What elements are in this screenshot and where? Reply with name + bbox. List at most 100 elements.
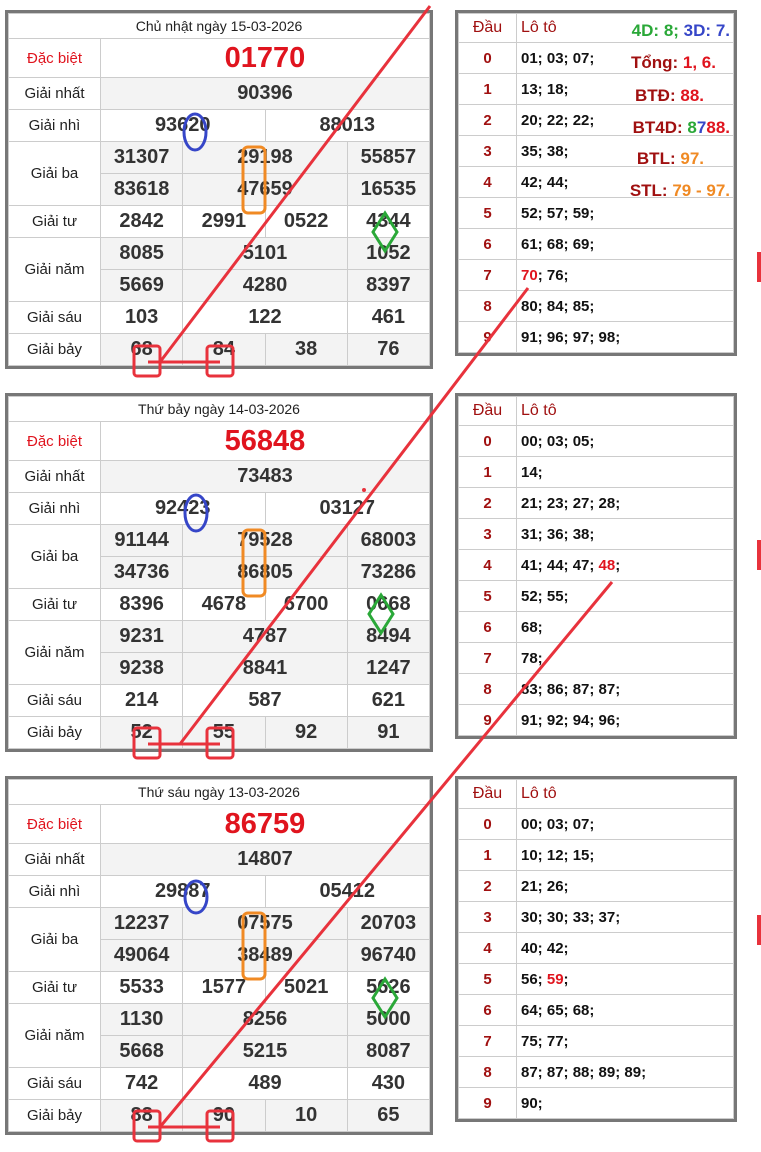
second-prize-2: 05412 (264, 875, 430, 908)
loto-values: 56; 59; (516, 963, 734, 995)
loto-values-text: 30; 30; 33; 37; (521, 908, 621, 926)
loto-values: 21; 23; 27; 28; (516, 487, 734, 519)
stat-stl-label: STL: (629, 181, 668, 200)
loto-values: 90; (516, 1087, 734, 1119)
sixth-prize: 461 (346, 301, 431, 334)
third-prize: 55857 (346, 141, 431, 174)
loto-row: 0 00; 03; 07; (458, 808, 734, 840)
loto-grid: Đầu Lô tô 0 00; 03; 05; 1 14; 2 21; 23; 27; 28;… (458, 396, 734, 736)
stat-bt4d-digit: 8 (687, 118, 697, 137)
seventh-prize: 76 (346, 333, 431, 366)
loto-highlight: 48 (598, 556, 616, 574)
loto-values: 52; 55; (516, 580, 734, 612)
fifth-prize: 1130 (99, 1003, 184, 1036)
loto-values-text: 31; 36; 38; (521, 525, 595, 543)
fifth-prize: 5215 (182, 1035, 348, 1068)
label-dac-biet: Đặc biệt (8, 421, 101, 461)
third-prize: 34736 (99, 556, 184, 589)
label-nhi: Giải nhì (8, 492, 101, 525)
label-sau: Giải sáu (8, 1067, 101, 1100)
loto-values: 30; 30; 33; 37; (516, 901, 734, 933)
loto-head-digit: 7 (458, 642, 517, 674)
label-bay: Giải bảy (8, 716, 101, 749)
loto-row: 2 21; 23; 27; 28; (458, 487, 734, 519)
first-prize: 14807 (100, 843, 430, 876)
second-prize-1: 29887 (100, 875, 266, 908)
fifth-prize: 9231 (99, 620, 184, 653)
stat-3d-label: 3D: (683, 21, 712, 40)
loto-row: 7 75; 77; (458, 1025, 734, 1057)
loto-row: 6 68; (458, 611, 734, 643)
stat-btl-label: BTL: (636, 149, 676, 168)
seventh-prize: 65 (346, 1099, 431, 1132)
first-prize: 90396 (100, 77, 430, 110)
loto-head-digit: 5 (458, 197, 517, 229)
loto-head-loto: Lô tô (516, 779, 734, 809)
loto-head-digit: 7 (458, 259, 517, 291)
loto-head-digit: 5 (458, 580, 517, 612)
loto-values: 14; (516, 456, 734, 488)
sixth-prize: 103 (99, 301, 184, 334)
seventh-prize: 88 (99, 1099, 184, 1132)
second-prize-2: 03127 (264, 492, 430, 525)
loto-values-text: 10; 12; 15; (521, 846, 595, 864)
loto-values: 41; 44; 47; 48; (516, 549, 734, 581)
loto-row: 8 80; 84; 85; (458, 290, 734, 322)
loto-values: 31; 36; 38; (516, 518, 734, 550)
label-ba: Giải ba (8, 907, 101, 972)
special-prize: 01770 (100, 38, 430, 78)
loto-values: 68; (516, 611, 734, 643)
loto-head-digit: 2 (458, 104, 517, 136)
stat-4d-value: 8; (663, 21, 679, 40)
fourth-prize: 1577 (182, 971, 266, 1004)
seventh-prize: 68 (99, 333, 184, 366)
fourth-prize: 4678 (182, 588, 266, 621)
loto-head-digit: 2 (458, 487, 517, 519)
loto-head-digit: 9 (458, 321, 517, 353)
loto-values-text: 21; 26; (521, 877, 569, 895)
label-nhat: Giải nhất (8, 77, 101, 110)
fifth-prize: 8397 (346, 269, 431, 302)
fourth-prize: 8396 (99, 588, 184, 621)
loto-head-digit: 1 (458, 73, 517, 105)
loto-values: 64; 65; 68; (516, 994, 734, 1026)
loto-row: 2 21; 26; (458, 870, 734, 902)
third-prize: 96740 (346, 939, 431, 972)
third-prize: 29198 (182, 141, 348, 174)
loto-values-text: 00; 03; 07; (521, 815, 595, 833)
loto-values-text: 40; 42; (521, 939, 569, 957)
third-prize: 83618 (99, 173, 184, 206)
loto-values-text: 13; 18; (521, 80, 569, 98)
loto-values-text: 83; 86; 87; 87; (521, 680, 621, 698)
third-prize: 68003 (346, 524, 431, 557)
loto-values-text: 56; (521, 970, 547, 988)
loto-row: 8 87; 87; 88; 89; 89; (458, 1056, 734, 1088)
fifth-prize: 5000 (346, 1003, 431, 1036)
seventh-prize: 10 (264, 1099, 348, 1132)
loto-head-digit: 1 (458, 456, 517, 488)
loto-head-digit: 4 (458, 932, 517, 964)
loto-values: 78; (516, 642, 734, 674)
stat-bt4d: BT4D: 8788. (633, 118, 730, 138)
loto-head-digit: 6 (458, 994, 517, 1026)
draw-date: Thứ bảy ngày 14-03-2026 (8, 396, 430, 422)
loto-values: 91; 96; 97; 98; (516, 321, 734, 353)
loto-values-text: 68; (521, 618, 543, 636)
stat-btl: BTL: 97. (637, 149, 704, 169)
loto-row: 5 52; 57; 59; (458, 197, 734, 229)
loto-values-text: 41; 44; 47; (521, 556, 599, 574)
fourth-prize: 2842 (99, 205, 184, 238)
fifth-prize: 1247 (346, 652, 431, 685)
seventh-prize: 84 (182, 333, 266, 366)
stat-bt4d-label: BT4D: (632, 118, 683, 137)
loto-values: 91; 92; 94; 96; (516, 704, 734, 736)
label-ba: Giải ba (8, 524, 101, 589)
third-prize: 38489 (182, 939, 348, 972)
label-nhi: Giải nhì (8, 109, 101, 142)
stat-btd: BTĐ: 88. (635, 86, 704, 106)
result-table-2: Thứ bảy ngày 14-03-2026 Đặc biệt 56848 Gi… (5, 393, 433, 752)
loto-head-digit: 0 (458, 425, 517, 457)
loto-row: 4 40; 42; (458, 932, 734, 964)
fifth-prize: 5669 (99, 269, 184, 302)
draw-date: Chủ nhật ngày 15-03-2026 (8, 13, 430, 39)
